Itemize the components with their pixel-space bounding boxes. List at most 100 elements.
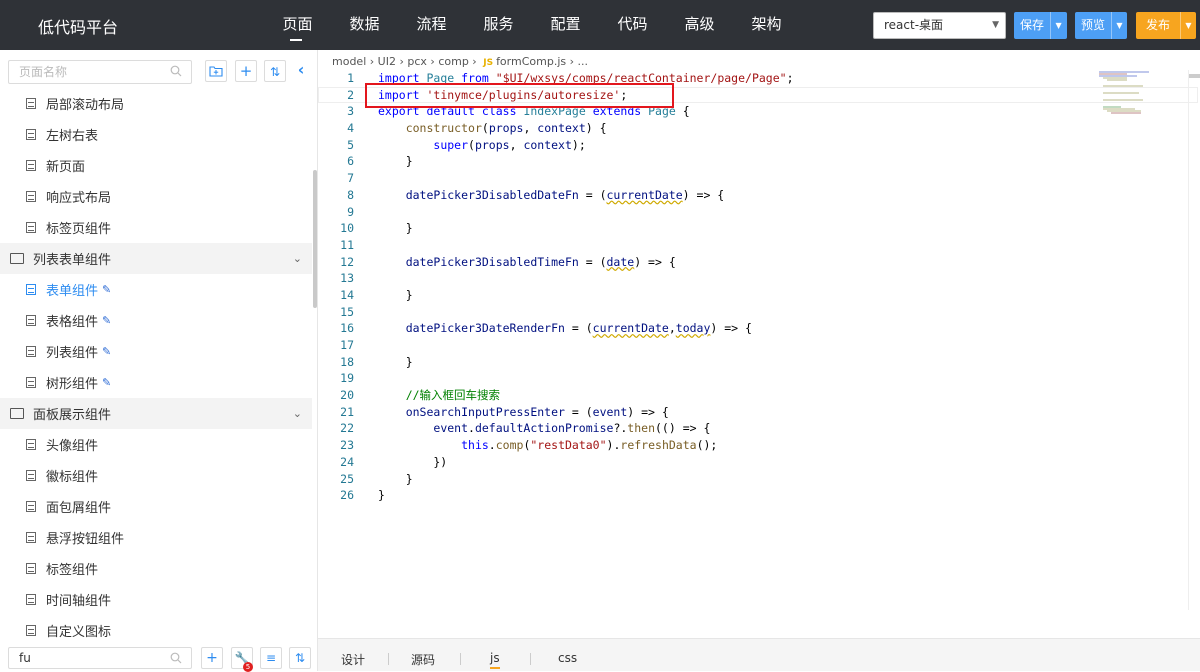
edit-icon[interactable]: ✎: [102, 376, 111, 389]
add-page-button[interactable]: +: [235, 60, 257, 82]
code-line[interactable]: 14 }: [318, 287, 1198, 304]
code-text[interactable]: [354, 170, 378, 187]
code-text[interactable]: [354, 370, 378, 387]
code-text[interactable]: [354, 204, 378, 221]
edit-icon[interactable]: ✎: [102, 314, 111, 327]
nav-item[interactable]: 流程: [398, 0, 465, 50]
code-line[interactable]: 5 super(props, context);: [318, 137, 1198, 154]
code-text[interactable]: [354, 304, 378, 321]
tree-item[interactable]: 头像组件: [0, 429, 312, 460]
tree-item[interactable]: 自定义图标: [0, 615, 312, 646]
bottom-add-button[interactable]: +: [201, 647, 223, 669]
tree-item[interactable]: 标签组件: [0, 553, 312, 584]
code-line[interactable]: 19: [318, 370, 1198, 387]
search-icon[interactable]: [170, 652, 182, 664]
tree-item[interactable]: 响应式布局: [0, 181, 312, 212]
tree-item[interactable]: 面包屑组件: [0, 491, 312, 522]
breadcrumb-item[interactable]: formComp.js: [496, 55, 566, 68]
sidebar-scrollbar[interactable]: [313, 170, 317, 308]
code-text[interactable]: [354, 237, 378, 254]
breadcrumb-item[interactable]: model: [332, 55, 366, 68]
tab-design[interactable]: 设计: [341, 651, 365, 668]
code-text[interactable]: datePicker3DateRenderFn = (currentDate,t…: [354, 320, 752, 337]
code-minimap[interactable]: [1097, 70, 1157, 120]
code-line[interactable]: 20 //输入框回车搜索: [318, 387, 1198, 404]
bottom-sort-button[interactable]: ⇅: [289, 647, 311, 669]
code-text[interactable]: constructor(props, context) {: [354, 120, 607, 137]
publish-button[interactable]: 发布 ▼: [1136, 12, 1196, 39]
nav-item[interactable]: 架构: [733, 0, 800, 50]
tree-item[interactable]: 新页面: [0, 150, 312, 181]
list-order-button[interactable]: ≡: [260, 647, 282, 669]
code-text[interactable]: }: [354, 354, 413, 371]
collapse-sidebar-button[interactable]: ‹: [290, 60, 312, 82]
code-text[interactable]: super(props, context);: [354, 137, 585, 154]
tree-item[interactable]: 树形组件 ✎: [0, 367, 312, 398]
code-text[interactable]: datePicker3DisabledTimeFn = (date) => {: [354, 254, 676, 271]
code-text[interactable]: [354, 270, 378, 287]
add-folder-button[interactable]: [205, 60, 227, 82]
code-line[interactable]: 18 }: [318, 354, 1198, 371]
code-line[interactable]: 25 }: [318, 471, 1198, 488]
code-line[interactable]: 8 datePicker3DisabledDateFn = (currentDa…: [318, 187, 1198, 204]
code-line[interactable]: 21 onSearchInputPressEnter = (event) => …: [318, 404, 1198, 421]
chevron-down-icon[interactable]: ⌄: [293, 252, 302, 265]
code-line[interactable]: 22 event.defaultActionPromise?.then(() =…: [318, 420, 1198, 437]
code-text[interactable]: event.defaultActionPromise?.then(() => {: [354, 420, 710, 437]
breadcrumb-item[interactable]: comp: [438, 55, 468, 68]
tree-item[interactable]: 左树右表: [0, 119, 312, 150]
sort-button[interactable]: ⇅: [264, 60, 286, 82]
tab-source[interactable]: 源码: [411, 651, 435, 668]
code-line[interactable]: 9: [318, 204, 1198, 221]
code-text[interactable]: }: [354, 471, 413, 488]
nav-item[interactable]: 页面: [264, 0, 331, 50]
preview-dropdown-icon[interactable]: ▼: [1111, 12, 1127, 39]
code-text[interactable]: }: [354, 220, 413, 237]
edit-icon[interactable]: ✎: [102, 345, 111, 358]
bottom-filter-input[interactable]: fu: [8, 647, 192, 669]
nav-item[interactable]: 数据: [331, 0, 398, 50]
tree-item[interactable]: 悬浮按钮组件: [0, 522, 312, 553]
tree-item[interactable]: 标签页组件: [0, 212, 312, 243]
code-line[interactable]: 7: [318, 170, 1198, 187]
tree-item[interactable]: 徽标组件: [0, 460, 312, 491]
tab-css[interactable]: css: [558, 651, 577, 665]
code-line[interactable]: 4 constructor(props, context) {: [318, 120, 1198, 137]
save-button[interactable]: 保存 ▼: [1014, 12, 1067, 39]
breadcrumb-item[interactable]: pcx: [407, 55, 427, 68]
save-dropdown-icon[interactable]: ▼: [1050, 12, 1066, 39]
code-text[interactable]: //输入框回车搜索: [354, 387, 500, 404]
tree-group[interactable]: 列表表单组件 ⌄: [0, 243, 312, 274]
code-line[interactable]: 17: [318, 337, 1198, 354]
code-text[interactable]: onSearchInputPressEnter = (event) => {: [354, 404, 669, 421]
code-line[interactable]: 6 }: [318, 153, 1198, 170]
tree-item[interactable]: 列表组件 ✎: [0, 336, 312, 367]
code-line[interactable]: 26}: [318, 487, 1198, 504]
page-search-input[interactable]: [8, 60, 192, 84]
breadcrumb-item[interactable]: ...: [578, 55, 589, 68]
search-icon[interactable]: [170, 65, 182, 77]
code-line[interactable]: 11: [318, 237, 1198, 254]
editor-scrollbar[interactable]: [1188, 70, 1200, 610]
code-text[interactable]: }: [354, 287, 413, 304]
code-line[interactable]: 12 datePicker3DisabledTimeFn = (date) =>…: [318, 254, 1198, 271]
edit-icon[interactable]: ✎: [102, 283, 111, 296]
tree-item[interactable]: 表格组件 ✎: [0, 305, 312, 336]
code-text[interactable]: datePicker3DisabledDateFn = (currentDate…: [354, 187, 725, 204]
code-line[interactable]: 24 }): [318, 454, 1198, 471]
tree-item[interactable]: 时间轴组件: [0, 584, 312, 615]
code-text[interactable]: }: [354, 487, 385, 504]
nav-item[interactable]: 代码: [599, 0, 666, 50]
code-text[interactable]: }: [354, 153, 413, 170]
chevron-down-icon[interactable]: ⌄: [293, 407, 302, 420]
tree-group[interactable]: 面板展示组件 ⌄: [0, 398, 312, 429]
tree-item[interactable]: 表单组件 ✎: [0, 274, 312, 305]
code-text[interactable]: }): [354, 454, 447, 471]
nav-item[interactable]: 高级: [666, 0, 733, 50]
tree-item[interactable]: 局部滚动布局: [0, 88, 312, 119]
code-text[interactable]: this.comp("restData0").refreshData();: [354, 437, 717, 454]
code-line[interactable]: 13: [318, 270, 1198, 287]
code-text[interactable]: [354, 337, 378, 354]
publish-dropdown-icon[interactable]: ▼: [1180, 12, 1196, 39]
code-line[interactable]: 16 datePicker3DateRenderFn = (currentDat…: [318, 320, 1198, 337]
